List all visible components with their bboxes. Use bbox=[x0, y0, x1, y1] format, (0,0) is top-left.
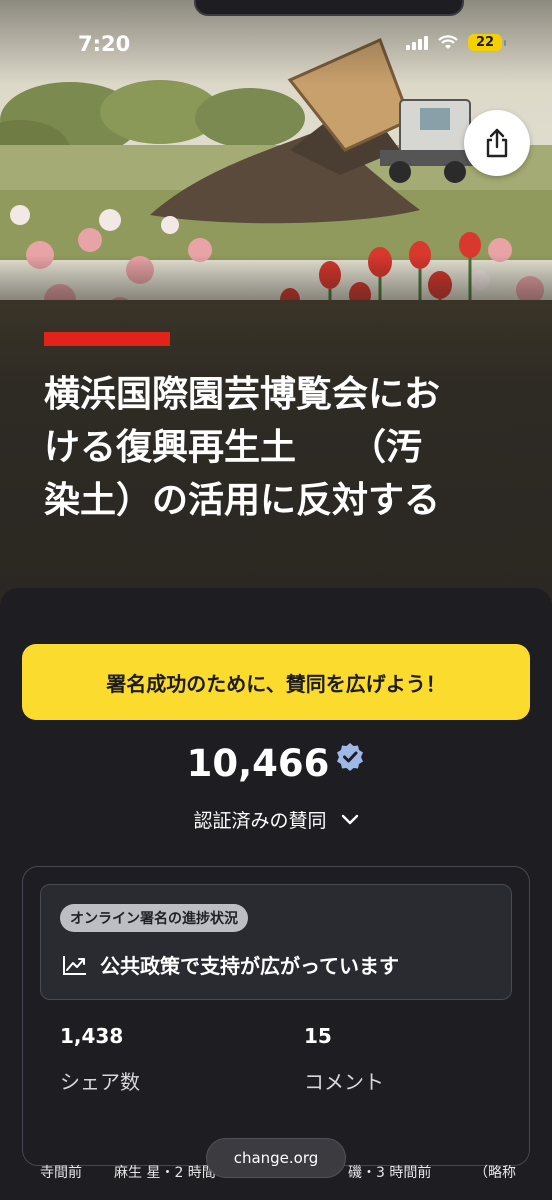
promote-button[interactable]: 署名成功のために、賛同を広げよう！ bbox=[22, 644, 530, 720]
status-icons: 22 bbox=[406, 34, 506, 51]
signature-count: 10,466 bbox=[186, 742, 330, 785]
dynamic-island bbox=[194, 0, 464, 16]
chevron-down-icon bbox=[341, 814, 358, 824]
address-bar[interactable]: change.org bbox=[206, 1138, 346, 1178]
progress-tag: オンライン署名の進捗状況 bbox=[60, 904, 248, 932]
ticker-item: （略称 bbox=[474, 1165, 516, 1181]
share-icon bbox=[486, 128, 508, 158]
share-button[interactable] bbox=[464, 110, 530, 176]
comment-count-label: コメント bbox=[304, 1070, 384, 1094]
progress-status: 公共政策で支持が広がっています bbox=[62, 950, 399, 979]
signal-icon bbox=[406, 35, 428, 50]
progress-text: 公共政策で支持が広がっています bbox=[100, 954, 399, 978]
wifi-icon bbox=[438, 34, 458, 49]
ticker-item: 寺間前 bbox=[40, 1165, 82, 1181]
share-count-label: シェア数 bbox=[60, 1070, 140, 1094]
verified-signatures-toggle[interactable]: 認証済みの賛同 bbox=[0, 806, 552, 833]
battery-level: 22 bbox=[468, 34, 506, 51]
status-time: 7:20 bbox=[78, 32, 131, 56]
comment-count: 15 bbox=[304, 1024, 332, 1048]
verified-label: 認証済みの賛同 bbox=[193, 810, 327, 832]
verified-badge-icon bbox=[337, 743, 364, 771]
ticker-item: 麻生 星・2 時間 bbox=[114, 1165, 216, 1181]
progress-panel bbox=[40, 884, 512, 1000]
petition-title: 横浜国際園芸博覧会にお ける復興再生土 （汚 染土）の活用に反対する bbox=[44, 374, 441, 521]
signature-count-row: 10,466 bbox=[0, 742, 552, 785]
share-count: 1,438 bbox=[60, 1024, 124, 1048]
petition-page: 7:20 22 横浜国際園芸博覧会にお ける復興再生土 （汚 染土）の活用に反対… bbox=[0, 0, 552, 1200]
trending-up-icon bbox=[63, 955, 86, 975]
accent-bar bbox=[44, 332, 170, 346]
ticker-item: 磯・3 時間前 bbox=[348, 1165, 432, 1181]
